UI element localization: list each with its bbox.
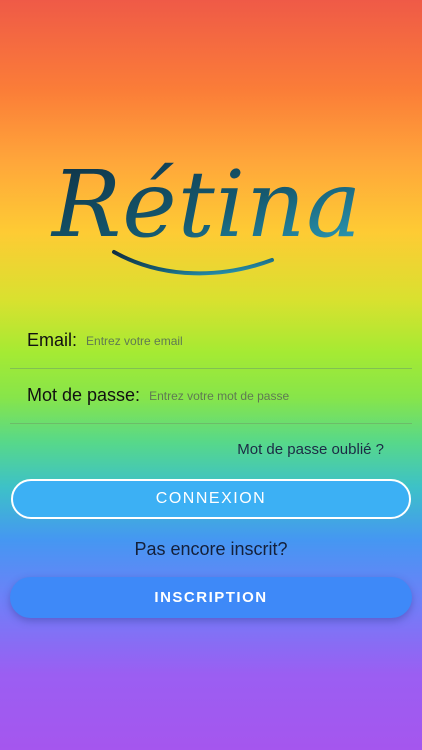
email-label: Email: xyxy=(27,330,78,350)
signup-button[interactable]: INSCRIPTION xyxy=(10,577,412,618)
retina-logo: Rétina xyxy=(50,151,362,276)
signup-prompt: Pas encore inscrit? xyxy=(134,539,288,559)
forgot-password-link[interactable]: Mot de passe oublié ? xyxy=(237,441,384,458)
login-screen: Rétina Email: Mot de passe: Mot de passe… xyxy=(0,0,422,750)
password-row: Mot de passe: xyxy=(10,368,412,424)
password-input[interactable] xyxy=(149,368,412,423)
login-button[interactable]: CONNEXION xyxy=(11,479,411,519)
email-row: Email: xyxy=(10,313,412,369)
password-label: Mot de passe: xyxy=(27,385,141,405)
email-input[interactable] xyxy=(86,313,412,368)
logo-text: Rétina xyxy=(50,151,362,258)
